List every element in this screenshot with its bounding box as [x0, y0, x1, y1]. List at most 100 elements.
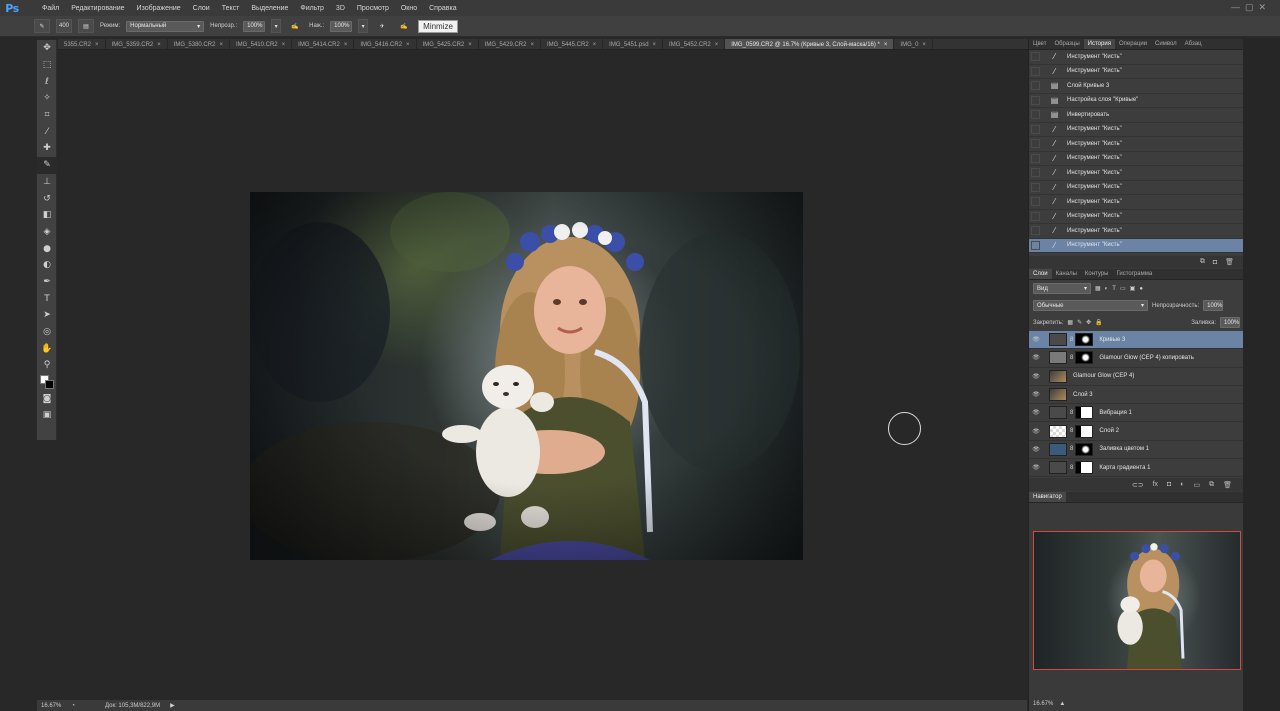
visibility-eye-icon[interactable]: 👁 — [1029, 391, 1043, 398]
visibility-eye-icon[interactable]: 👁 — [1029, 336, 1043, 343]
eyedropper-tool-icon[interactable]: ⁄ — [37, 123, 57, 140]
document-tab[interactable]: IMG_0599.CR2 @ 16.7% (Кривые 3, Слой-мас… — [725, 39, 895, 49]
layer-thumbnail[interactable] — [1049, 424, 1067, 438]
mask-link-icon[interactable]: 8 — [1070, 446, 1073, 452]
document-tab[interactable]: IMG_5445.CR2 × — [541, 39, 604, 49]
panel-tab[interactable]: Гистограмма — [1112, 269, 1156, 279]
history-source-checkbox[interactable] — [1031, 95, 1040, 105]
history-source-checkbox[interactable] — [1031, 52, 1040, 62]
panel-tab[interactable]: Символ — [1151, 39, 1181, 49]
layer-blend-select[interactable]: Обычные ▾ — [1033, 300, 1148, 311]
layer-filter-select[interactable]: Вид ▾ — [1033, 283, 1091, 294]
document-image[interactable] — [250, 192, 803, 560]
history-source-checkbox[interactable] — [1031, 124, 1040, 134]
menu-item[interactable]: Файл — [42, 5, 59, 12]
menu-item[interactable]: Выделение — [251, 5, 288, 12]
filter-smart-icon[interactable]: ▣ — [1130, 285, 1136, 292]
document-tab[interactable]: IMG_0 × — [894, 39, 933, 49]
mask-link-icon[interactable]: 8 — [1070, 337, 1073, 343]
shape-tool-icon[interactable]: ◎ — [37, 324, 57, 341]
filter-shape-icon[interactable]: ▭ — [1120, 285, 1126, 292]
zoom-out-icon[interactable]: ▲ — [1059, 701, 1065, 707]
zoom-level[interactable]: 16.67% — [41, 703, 61, 709]
close-icon[interactable]: × — [530, 42, 534, 48]
history-source-checkbox[interactable] — [1031, 197, 1040, 207]
filter-toggle-icon[interactable]: ● — [1139, 286, 1143, 292]
mask-link-icon[interactable]: 8 — [1070, 355, 1073, 361]
quick-mask-icon[interactable]: ◙ — [37, 390, 57, 407]
zoom-tool-icon[interactable]: ⚲ — [37, 357, 57, 374]
close-icon[interactable]: × — [344, 42, 348, 48]
history-source-checkbox[interactable] — [1031, 139, 1040, 149]
crop-tool-icon[interactable]: ⌗ — [37, 107, 57, 124]
history-state[interactable]: ⁄ Инструмент "Кисть" — [1029, 238, 1244, 253]
menu-item[interactable]: 3D — [336, 5, 345, 12]
visibility-eye-icon[interactable]: 👁 — [1029, 428, 1043, 435]
navigator-zoom[interactable]: 16.67% — [1033, 701, 1053, 707]
document-tab[interactable]: IMG_5414.CR2 × — [292, 39, 355, 49]
panel-tab[interactable]: Контуры — [1081, 269, 1113, 279]
close-icon[interactable]: × — [282, 42, 286, 48]
pressure-input[interactable]: 100% — [330, 20, 353, 32]
layer-mask-thumbnail[interactable] — [1075, 424, 1094, 438]
lock-position-icon[interactable]: ✥ — [1086, 319, 1091, 326]
panel-tab[interactable]: Цвет — [1029, 39, 1050, 49]
menu-item[interactable]: Окно — [401, 5, 417, 12]
history-state[interactable]: ⁄ Инструмент "Кисть" — [1029, 210, 1244, 224]
panel-tab[interactable]: Образцы — [1050, 39, 1083, 49]
brush-size-picker[interactable]: 400 — [56, 19, 72, 33]
document-tab[interactable]: IMG_5410.CR2 × — [230, 39, 293, 49]
status-arrow-icon[interactable]: ▶ — [170, 702, 175, 709]
layer-thumbnail[interactable] — [1049, 369, 1067, 383]
lock-all-icon[interactable]: 🔒 — [1095, 319, 1102, 326]
airbrush-icon[interactable]: ✈ — [374, 19, 390, 33]
close-icon[interactable]: × — [922, 42, 926, 48]
hand-tool-icon[interactable]: ✋ — [37, 340, 57, 357]
layer-style-icon[interactable]: fx — [1153, 481, 1158, 488]
history-state[interactable]: ⁄ Инструмент "Кисть" — [1029, 152, 1244, 166]
lasso-tool-icon[interactable]: ℓ — [37, 73, 57, 90]
filter-pixel-icon[interactable]: ▦ — [1095, 285, 1101, 292]
layer-row[interactable]: 👁 8 Слой 2 — [1029, 422, 1244, 441]
history-state[interactable]: ▤ Настройка слоя "Кривые" — [1029, 94, 1244, 108]
document-tab[interactable]: IMG_5452.CR2 × — [663, 39, 726, 49]
document-tab[interactable]: IMG_5380.CR2 × — [168, 39, 230, 49]
navigator-preview[interactable] — [1033, 531, 1241, 670]
trash-icon[interactable]: 🗑 — [1225, 258, 1234, 266]
close-icon[interactable]: × — [593, 42, 597, 48]
dodge-tool-icon[interactable]: ◐ — [37, 257, 57, 274]
close-icon[interactable]: × — [884, 42, 888, 48]
history-state[interactable]: ▤ Слой Кривые 3 — [1029, 79, 1244, 94]
filter-adjustment-icon[interactable]: ◐ — [1105, 286, 1109, 292]
panel-tab[interactable]: Абзац — [1181, 39, 1206, 49]
layer-row[interactable]: 👁 8 Заливка цветом 1 — [1029, 441, 1244, 460]
layer-mask-thumbnail[interactable] — [1075, 351, 1094, 365]
layer-thumbnail[interactable] — [1049, 461, 1067, 475]
layer-row[interactable]: 👁 Glamour Glow (СЕР 4) — [1029, 368, 1244, 386]
history-source-checkbox[interactable] — [1031, 153, 1040, 163]
eraser-tool-icon[interactable]: ◧ — [37, 207, 57, 224]
history-source-checkbox[interactable] — [1031, 226, 1040, 236]
history-state[interactable]: ⁄ Инструмент "Кисть" — [1029, 137, 1244, 152]
history-source-checkbox[interactable] — [1031, 110, 1040, 120]
close-icon[interactable]: × — [468, 42, 472, 48]
brush-preset-icon[interactable]: ✎ — [34, 19, 50, 33]
history-state[interactable]: ⁄ Инструмент "Кисть" — [1029, 65, 1244, 79]
history-source-checkbox[interactable] — [1031, 182, 1040, 192]
history-state[interactable]: ⁄ Инструмент "Кисть" — [1029, 181, 1244, 195]
lock-transparent-icon[interactable]: ▦ — [1067, 319, 1073, 326]
document-tab[interactable]: 5355.CR2 × — [58, 39, 106, 49]
visibility-eye-icon[interactable]: 👁 — [1029, 373, 1043, 380]
history-state[interactable]: ⁄ Инструмент "Кисть" — [1029, 195, 1244, 210]
fill-input[interactable]: 100% — [1220, 317, 1240, 328]
history-state[interactable]: ⁄ Инструмент "Кисть" — [1029, 166, 1244, 181]
menu-item[interactable]: Справка — [429, 5, 456, 12]
filter-type-icon[interactable]: T — [1112, 286, 1116, 292]
pen-tool-icon[interactable]: ✒ — [37, 274, 57, 291]
trash-icon[interactable]: 🗑 — [1223, 481, 1232, 489]
marquee-tool-icon[interactable]: ⬚ — [37, 57, 57, 74]
screen-mode-icon[interactable]: ▣ — [37, 407, 57, 424]
layer-thumbnail[interactable] — [1049, 333, 1067, 347]
tab-navigator[interactable]: Навигатор — [1029, 492, 1066, 502]
add-mask-icon[interactable]: ◘ — [1167, 481, 1171, 488]
